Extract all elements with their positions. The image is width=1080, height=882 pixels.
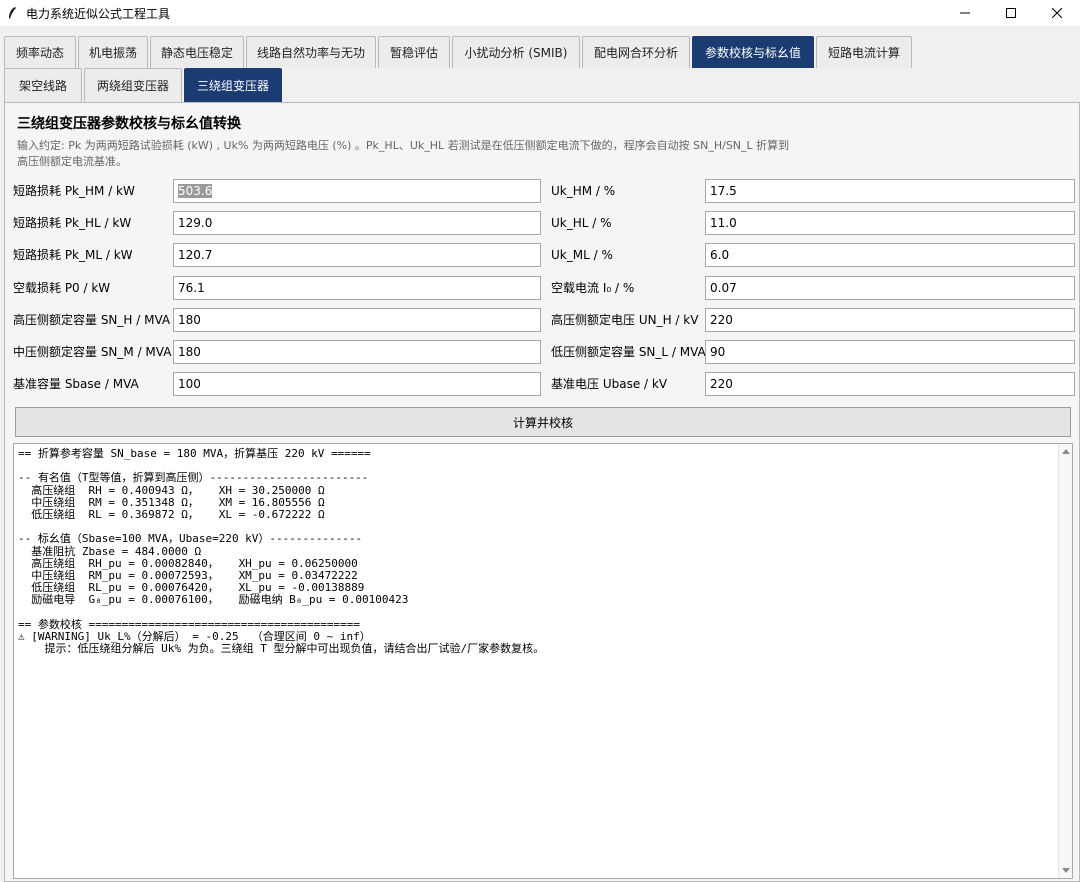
input-right-5[interactable]: 90 <box>705 340 1075 364</box>
input-right-1[interactable]: 11.0 <box>705 211 1075 235</box>
field-label-left-2: 短路损耗 Pk_ML / kW <box>13 248 133 262</box>
main-tab-1[interactable]: 机电振荡 <box>78 36 148 68</box>
scroll-down-icon[interactable] <box>1061 866 1071 876</box>
input-value: 17.5 <box>710 184 737 198</box>
field-label-left-4: 高压侧额定容量 SN_H / MVA <box>13 313 171 327</box>
input-value: 180 <box>178 313 201 327</box>
input-value: 180 <box>178 345 201 359</box>
input-hint: 输入约定: Pk 为两两短路试验损耗 (kW) , Uk% 为两两短路电压 (%… <box>17 139 790 168</box>
input-value: 90 <box>710 345 726 359</box>
three-winding-transformer-panel: 三绕组变压器参数校核与标幺值转换 输入约定: Pk 为两两短路试验损耗 (kW)… <box>4 102 1080 882</box>
input-value: 220 <box>710 377 733 391</box>
input-left-0[interactable]: 503.6 <box>173 179 541 203</box>
input-left-6[interactable]: 100 <box>173 372 541 396</box>
input-right-6[interactable]: 220 <box>705 372 1075 396</box>
input-value: 6.0 <box>710 248 730 262</box>
input-value: 100 <box>178 377 201 391</box>
input-right-2[interactable]: 6.0 <box>705 243 1075 267</box>
window-controls <box>942 0 1080 26</box>
main-tab-7[interactable]: 参数校核与标幺值 <box>692 36 814 68</box>
input-value: 11.0 <box>710 216 737 230</box>
main-tab-2[interactable]: 静态电压稳定 <box>150 36 244 68</box>
input-right-3[interactable]: 0.07 <box>705 276 1075 300</box>
input-value: 76.1 <box>178 281 205 295</box>
field-label-right-6: 基准电压 Ubase / kV <box>551 377 668 391</box>
minimize-icon <box>960 12 970 14</box>
field-label-left-5: 中压侧额定容量 SN_M / MVA <box>13 345 172 359</box>
field-label-right-5: 低压侧额定容量 SN_L / MVA <box>551 345 706 359</box>
feather-icon <box>6 6 18 20</box>
calculate-button[interactable]: 计算并校核 <box>15 407 1071 437</box>
scroll-up-icon[interactable] <box>1061 446 1071 456</box>
close-button[interactable] <box>1034 0 1080 26</box>
field-label-left-3: 空载损耗 P0 / kW <box>13 281 111 295</box>
input-left-2[interactable]: 120.7 <box>173 243 541 267</box>
input-left-3[interactable]: 76.1 <box>173 276 541 300</box>
main-tab-5[interactable]: 小扰动分析 (SMIB) <box>452 36 580 68</box>
input-value: 129.0 <box>178 216 213 230</box>
maximize-icon <box>1006 8 1016 18</box>
field-label-left-1: 短路损耗 Pk_HL / kW <box>13 216 132 230</box>
field-label-right-1: Uk_HL / % <box>551 216 612 230</box>
input-value: 503.6 <box>178 184 213 198</box>
output-scrollbar[interactable] <box>1058 444 1072 878</box>
input-left-1[interactable]: 129.0 <box>173 211 541 235</box>
field-label-right-0: Uk_HM / % <box>551 184 616 198</box>
field-label-right-3: 空载电流 I₀ / % <box>551 281 635 295</box>
input-value: 120.7 <box>178 248 213 262</box>
sub-tab-2[interactable]: 三绕组变压器 <box>184 68 282 102</box>
sub-tab-1[interactable]: 两绕组变压器 <box>84 68 182 102</box>
window-title: 电力系统近似公式工程工具 <box>26 6 171 21</box>
minimize-button[interactable] <box>942 0 988 26</box>
sub-tab-0[interactable]: 架空线路 <box>4 68 82 102</box>
output-textarea[interactable]: == 折算参考容量 SN_base = 180 MVA，折算基压 220 kV … <box>13 443 1073 879</box>
maximize-button[interactable] <box>988 0 1034 26</box>
main-tab-0[interactable]: 频率动态 <box>4 36 76 68</box>
close-icon <box>1052 8 1062 18</box>
title-bar: 电力系统近似公式工程工具 <box>0 0 1080 26</box>
panel-heading: 三绕组变压器参数校核与标幺值转换 <box>17 116 241 132</box>
field-label-right-4: 高压侧额定电压 UN_H / kV <box>551 313 699 327</box>
input-value: 220 <box>710 313 733 327</box>
field-label-left-0: 短路损耗 Pk_HM / kW <box>13 184 135 198</box>
main-tab-bar: 频率动态 机电振荡 静态电压稳定 线路自然功率与无功 暂稳评估 小扰动分析 (SMIB) 配… <box>0 34 914 68</box>
input-value: 0.07 <box>710 281 737 295</box>
main-tab-6[interactable]: 配电网合环分析 <box>582 36 690 68</box>
input-left-5[interactable]: 180 <box>173 340 541 364</box>
main-tab-4[interactable]: 暂稳评估 <box>378 36 450 68</box>
field-label-right-2: Uk_ML / % <box>551 248 613 262</box>
field-label-left-6: 基准容量 Sbase / MVA <box>13 377 139 391</box>
main-tab-3[interactable]: 线路自然功率与无功 <box>246 36 376 68</box>
input-right-4[interactable]: 220 <box>705 308 1075 332</box>
sub-tab-bar: 架空线路 两绕组变压器 三绕组变压器 <box>0 68 284 102</box>
input-right-0[interactable]: 17.5 <box>705 179 1075 203</box>
output-text: == 折算参考容量 SN_base = 180 MVA，折算基压 220 kV … <box>18 447 545 656</box>
main-tab-8[interactable]: 短路电流计算 <box>816 36 912 68</box>
input-left-4[interactable]: 180 <box>173 308 541 332</box>
